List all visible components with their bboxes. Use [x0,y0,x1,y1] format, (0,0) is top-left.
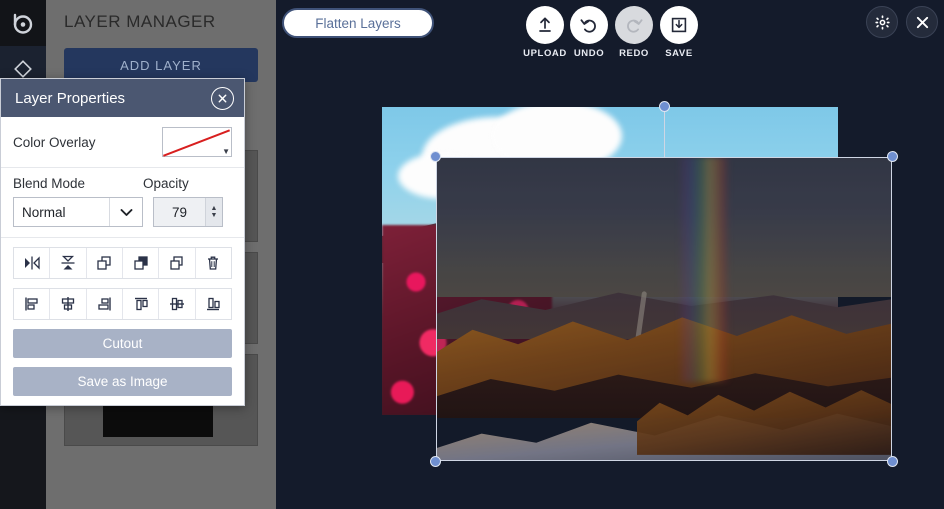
align-bottom-button[interactable] [195,289,231,319]
bring-forward-button[interactable] [86,248,123,278]
editor-canvas[interactable] [276,0,944,509]
flatten-layers-button[interactable]: Flatten Layers [282,8,434,38]
save-button-label: SAVE [665,48,693,59]
opacity-spinner-arrows[interactable]: ▲ ▼ [205,198,222,226]
blend-mode-select[interactable]: Normal [13,197,143,227]
send-backward-button[interactable] [122,248,160,278]
blend-opacity-controls: Normal 79 ▲ ▼ [13,197,232,227]
canvas-layer-selected[interactable] [436,157,892,461]
chevron-down-icon: ▼ [222,147,230,156]
flip-horizontal-icon [24,256,40,270]
flip-horizontal-button[interactable] [14,248,51,278]
blend-opacity-group: Blend Mode Opacity Normal 79 ▲ ▼ [1,168,244,238]
save-as-image-button[interactable]: Save as Image [13,367,232,396]
blend-mode-value: Normal [22,204,66,220]
align-center-horizontal-icon [61,297,75,311]
rotate-handle[interactable] [659,101,670,112]
flip-vertical-button[interactable] [50,248,87,278]
layer-properties-dialog: Layer Properties Color Overlay ▼ Blend M… [0,78,245,406]
dialog-header: Layer Properties [1,79,244,117]
logo-icon [13,13,33,34]
add-layer-button[interactable]: ADD LAYER [64,48,258,82]
close-icon [916,16,928,28]
align-left-icon [24,297,38,311]
send-backward-icon [133,256,148,270]
duplicate-layer-icon [170,256,183,270]
gear-icon [874,14,890,30]
spinner-up-icon[interactable]: ▲ [211,205,218,212]
align-top-button[interactable] [122,289,160,319]
delete-layer-icon [208,256,219,270]
resize-handle-bottom-right[interactable] [887,456,898,467]
bring-forward-icon [97,256,111,270]
color-overlay-row: Color Overlay ▼ [1,117,244,168]
align-bottom-icon [207,297,220,311]
chevron-down-icon [109,198,142,226]
settings-button[interactable] [866,6,898,38]
resize-handle-top-left[interactable] [430,151,441,162]
close-editor-button[interactable] [906,6,938,38]
duplicate-layer-button[interactable] [159,248,196,278]
align-middle-vertical-button[interactable] [159,289,196,319]
align-top-icon [134,297,148,311]
app-root: Flatten Layers UPLOAD UNDO REDO SAVE LAY… [0,0,944,509]
close-icon [218,94,227,102]
dialog-title: Layer Properties [15,89,126,107]
blend-opacity-labels: Blend Mode Opacity [13,176,232,191]
dialog-close-button[interactable] [211,86,234,110]
save-button[interactable]: SAVE [644,6,714,59]
align-icon-row [13,288,232,320]
opacity-label: Opacity [143,176,189,191]
align-left-button[interactable] [14,289,51,319]
blend-mode-label: Blend Mode [13,176,86,191]
save-icon [671,17,687,33]
opacity-value[interactable]: 79 [154,205,205,220]
transform-icon-row [13,247,232,279]
align-right-icon [98,297,112,311]
rotation-handle-stem [664,107,665,157]
align-center-horizontal-button[interactable] [50,289,87,319]
cutout-button[interactable]: Cutout [13,329,232,358]
redo-icon [627,19,643,33]
spinner-down-icon[interactable]: ▼ [211,212,218,219]
layer-manager-title: LAYER MANAGER [64,12,216,31]
app-logo[interactable] [0,0,46,46]
upload-icon [539,17,551,32]
undo-icon [580,19,596,33]
align-right-button[interactable] [86,289,123,319]
opacity-stepper[interactable]: 79 ▲ ▼ [153,197,223,227]
color-overlay-label: Color Overlay [13,134,96,150]
resize-handle-bottom-left[interactable] [430,456,441,467]
align-middle-vertical-icon [169,297,184,311]
delete-layer-button[interactable] [195,248,231,278]
selected-layer-opacity-veil [436,157,892,461]
flip-vertical-icon [61,255,75,270]
resize-handle-top-right[interactable] [887,151,898,162]
color-overlay-swatch[interactable]: ▼ [162,127,232,157]
save-button-circle [660,6,698,44]
no-color-slash-icon [163,129,231,157]
dialog-body: Color Overlay ▼ Blend Mode Opacity Norma… [1,117,244,396]
